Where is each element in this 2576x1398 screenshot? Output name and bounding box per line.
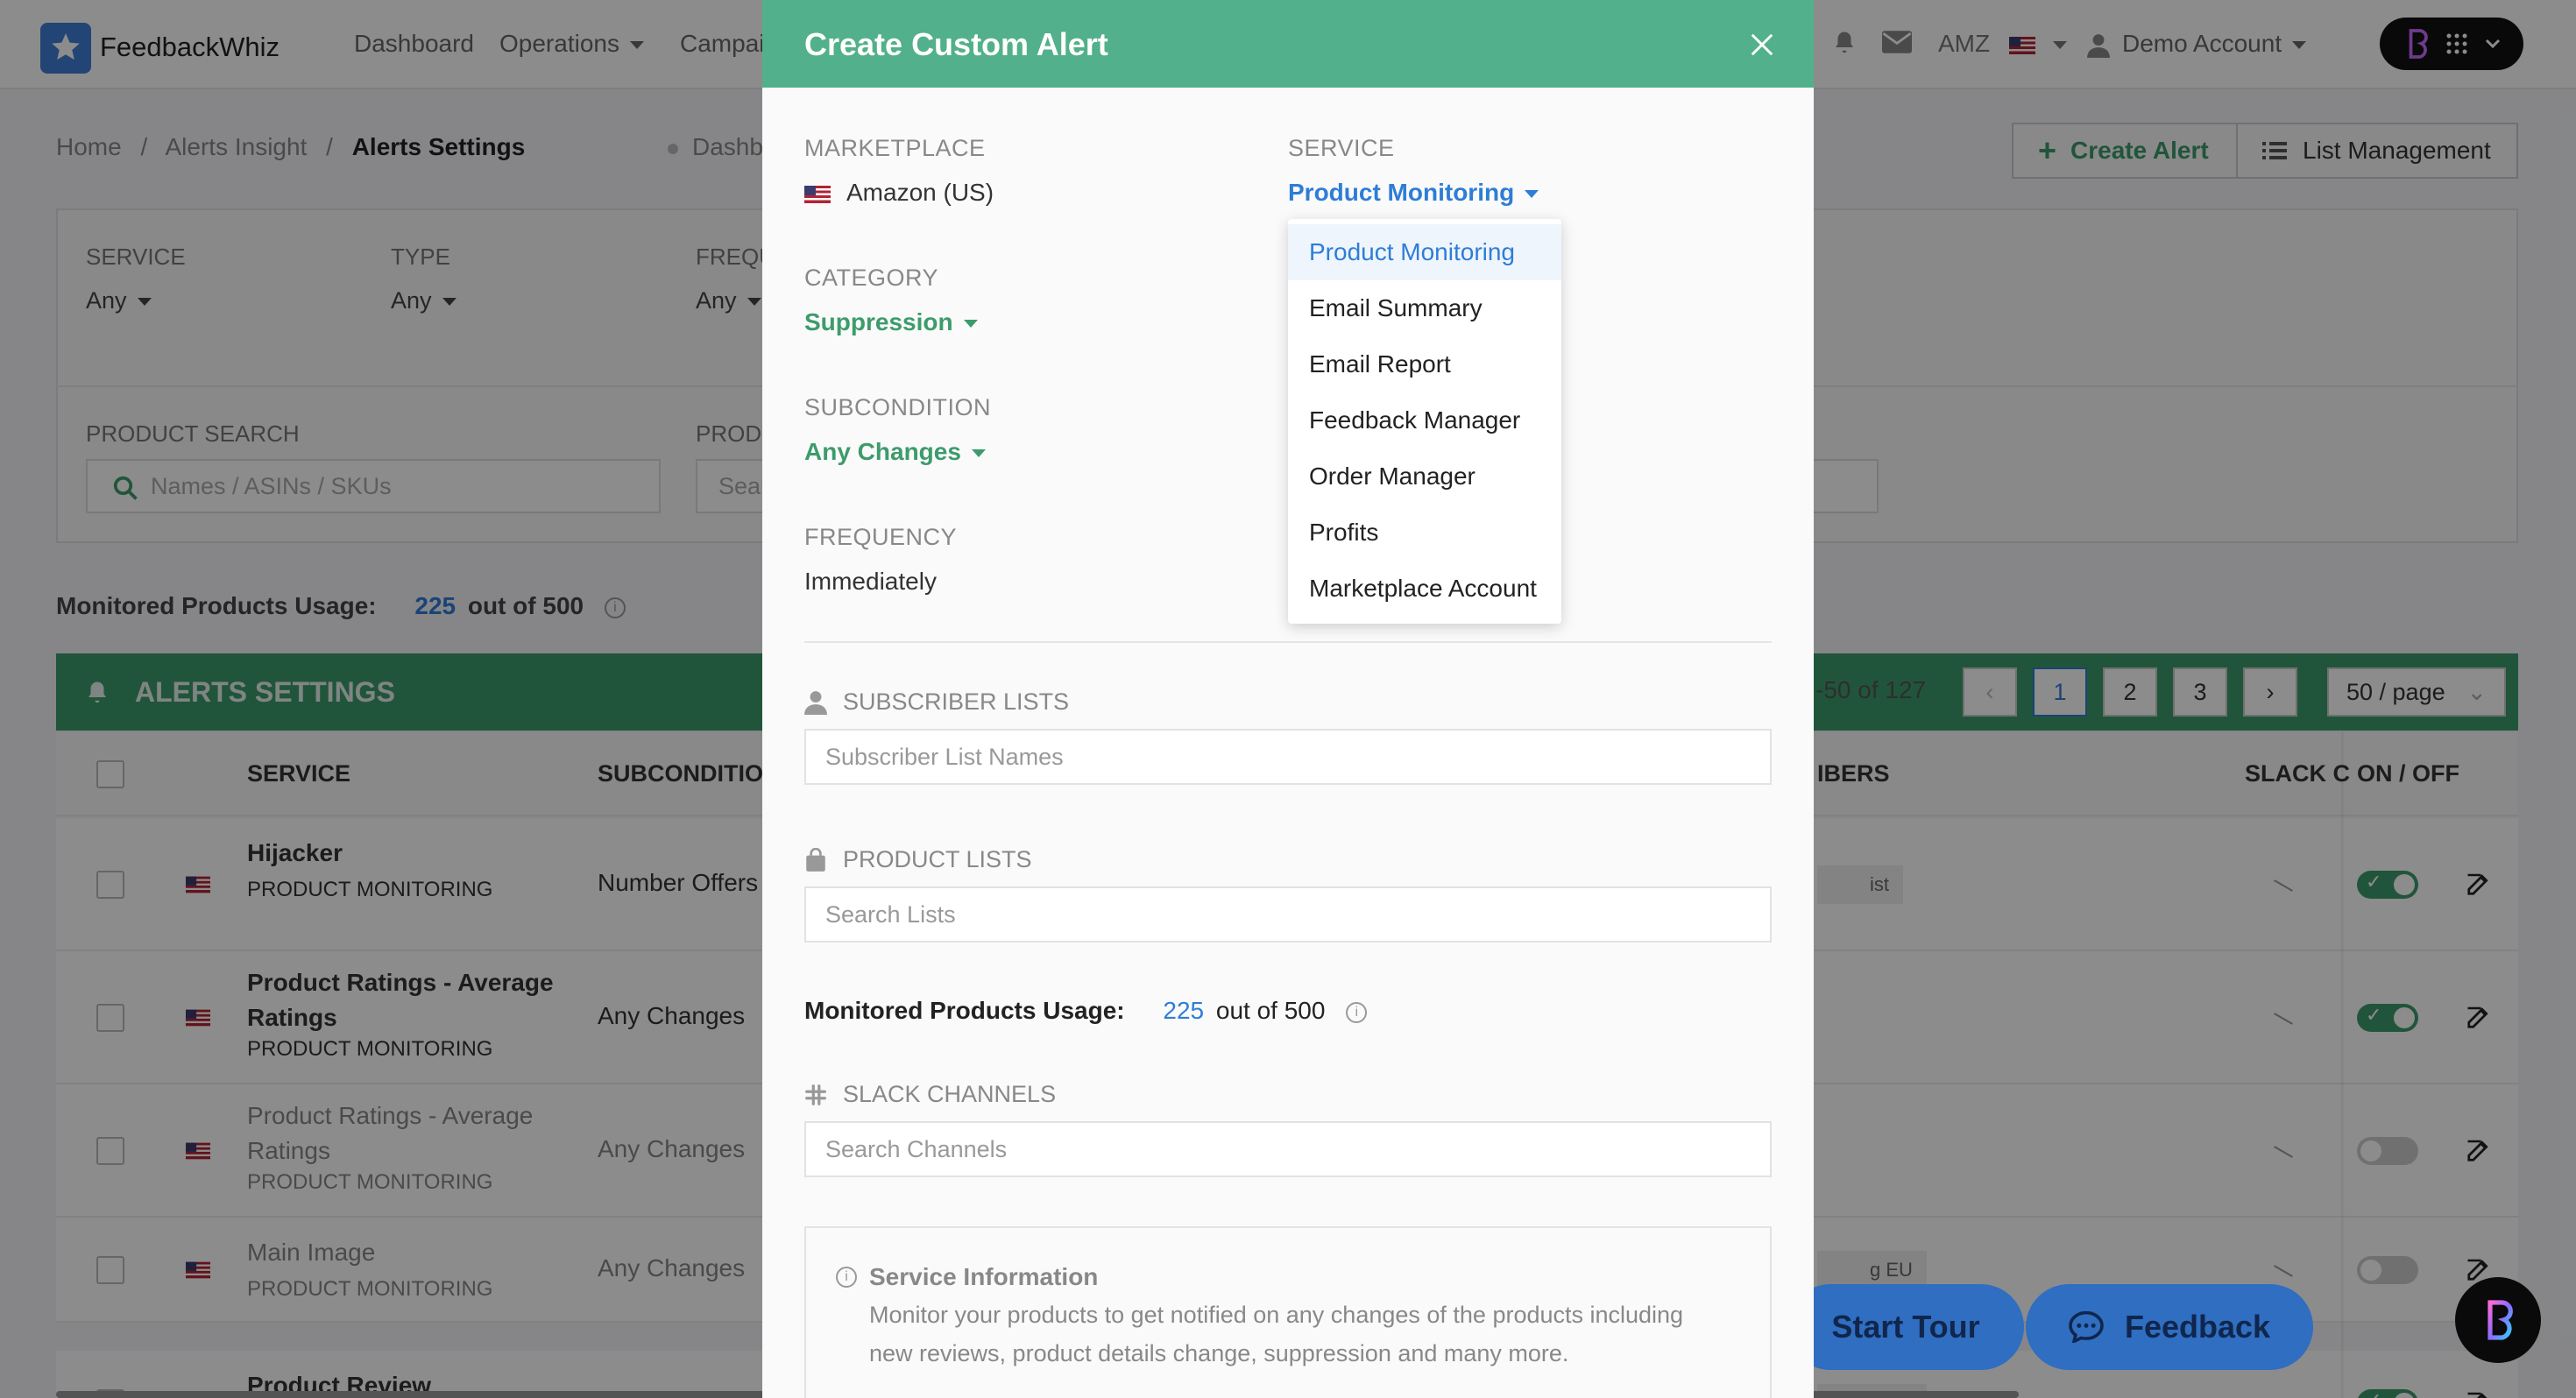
slack-channels-input[interactable]: Search Channels [804, 1121, 1772, 1177]
marketplace-value: Amazon (US) [804, 179, 994, 207]
service-info-title: Service Information [869, 1263, 1099, 1290]
service-option-product-monitoring[interactable]: Product Monitoring [1288, 224, 1561, 280]
chevron-down-icon [971, 449, 986, 458]
subcondition-select[interactable]: Any Changes [804, 438, 986, 466]
service-option-feedback-manager[interactable]: Feedback Manager [1288, 392, 1561, 448]
create-alert-modal: Create Custom Alert MARKETPLACE Amazon (… [762, 0, 1814, 1398]
service-info-box: i Service Information Monitor your produ… [804, 1226, 1772, 1398]
chat-icon [2069, 1311, 2104, 1343]
chevron-down-icon [963, 320, 978, 328]
start-tour-button[interactable]: Start Tour [1787, 1284, 2024, 1370]
modal-divider [804, 641, 1772, 643]
product-lists-input[interactable]: Search Lists [804, 886, 1772, 943]
marketplace-label: MARKETPLACE [804, 135, 986, 161]
modal-header: Create Custom Alert [762, 0, 1814, 88]
brand-b-icon [2488, 1300, 2513, 1340]
frequency-value[interactable]: Immediately [804, 568, 937, 596]
service-option-marketplace-account[interactable]: Marketplace Account [1288, 561, 1561, 617]
feedback-button[interactable]: Feedback [2026, 1284, 2313, 1370]
modal-title: Create Custom Alert [804, 26, 1108, 62]
subscriber-lists-input[interactable]: Subscriber List Names [804, 729, 1772, 785]
service-select[interactable]: Product Monitoring [1288, 179, 1539, 207]
close-icon[interactable] [1749, 32, 1775, 58]
frequency-label: FREQUENCY [804, 524, 958, 550]
product-lists-label: PRODUCT LISTS [804, 846, 1032, 873]
shopping-bag-icon [806, 847, 825, 872]
service-dropdown-menu: Product Monitoring Email Summary Email Rep… [1288, 219, 1561, 624]
info-icon: i [836, 1267, 857, 1288]
service-info-text-1: Monitor your products to get notified on… [869, 1302, 1684, 1328]
service-option-profits[interactable]: Profits [1288, 505, 1561, 561]
service-info-text-2: new reviews, product details change, sup… [869, 1340, 1569, 1366]
subscriber-lists-label: SUBSCRIBER LISTS [804, 688, 1069, 716]
subcondition-label: SUBCONDITION [804, 394, 992, 420]
chevron-down-icon [1525, 190, 1539, 199]
service-option-email-report[interactable]: Email Report [1288, 336, 1561, 392]
slack-channels-label: SLACK CHANNELS [804, 1081, 1056, 1108]
service-option-email-summary[interactable]: Email Summary [1288, 280, 1561, 336]
modal-usage-summary: Monitored Products Usage: 225 out of 500… [804, 997, 1368, 1025]
brand-chat-fab[interactable] [2455, 1277, 2541, 1363]
user-icon [804, 690, 827, 715]
category-select[interactable]: Suppression [804, 308, 978, 336]
us-flag-icon [804, 185, 831, 203]
info-icon[interactable]: i [1346, 1001, 1368, 1023]
slack-icon [805, 1084, 826, 1105]
category-label: CATEGORY [804, 265, 939, 291]
service-option-order-manager[interactable]: Order Manager [1288, 448, 1561, 505]
service-label: SERVICE [1288, 135, 1395, 161]
